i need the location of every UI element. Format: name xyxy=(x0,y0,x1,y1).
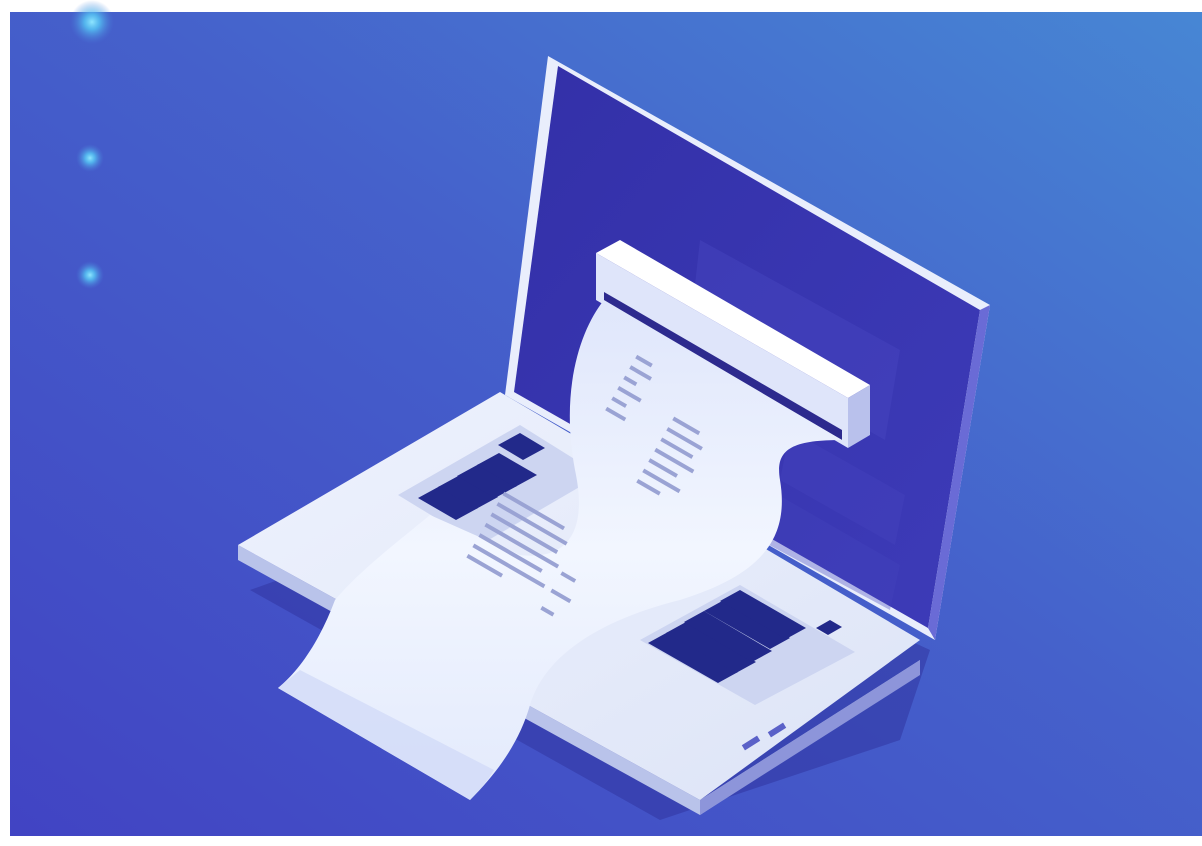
illustration-scene xyxy=(0,0,1202,846)
glow-dot-3 xyxy=(76,261,104,289)
glow-dot-2 xyxy=(76,144,104,172)
glow-dot-1 xyxy=(70,0,114,44)
